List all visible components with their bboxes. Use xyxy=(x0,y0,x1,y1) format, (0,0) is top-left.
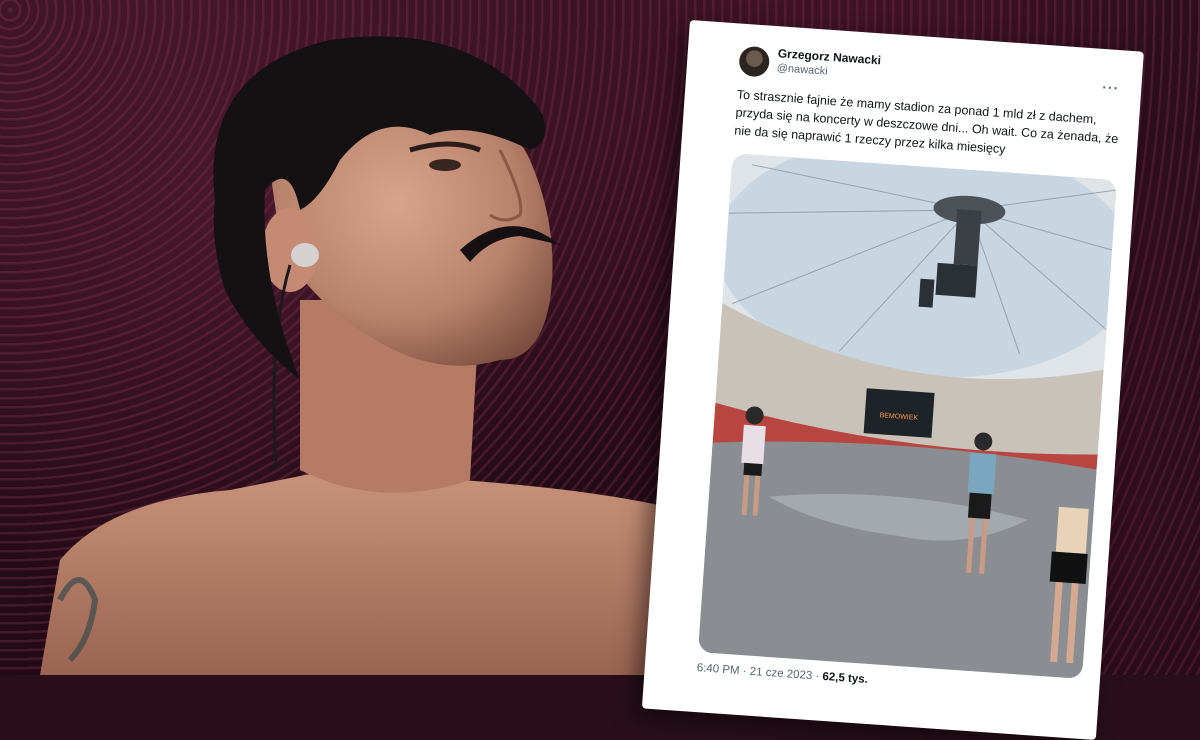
performer-photo xyxy=(0,0,700,675)
more-horizontal-icon[interactable]: ··· xyxy=(1102,79,1120,96)
tweet-photo[interactable]: BEMOWIEK xyxy=(697,153,1117,679)
tweet-views[interactable]: 62,5 tys. xyxy=(822,671,868,686)
author-avatar[interactable] xyxy=(738,45,771,78)
author-handle[interactable]: @nawacki xyxy=(776,62,828,78)
tweet-card: Grzegorz Nawacki @nawacki ··· To straszn… xyxy=(641,20,1144,740)
tweet-date[interactable]: 21 cze 2023 xyxy=(749,666,812,682)
